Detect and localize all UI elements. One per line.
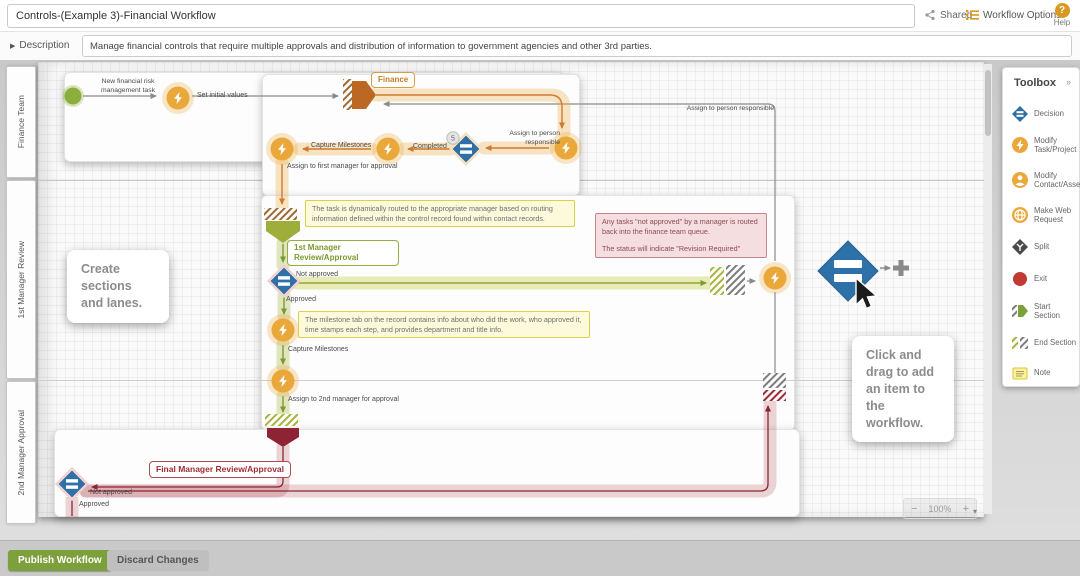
lane-label: 2nd Manager Approval: [16, 410, 26, 496]
shared-icon: [924, 9, 936, 21]
person-icon: [1011, 171, 1029, 189]
publish-workflow-button[interactable]: Publish Workflow: [8, 550, 112, 571]
toolbox-item-label: Note: [1034, 368, 1050, 377]
start-section-icon: [1011, 302, 1029, 320]
note-line: Any tasks "not approved" by a manager is…: [602, 217, 760, 236]
zoom-in-button[interactable]: +: [963, 503, 969, 515]
note-line: The status will indicate "Revision Requi…: [602, 244, 760, 254]
first-manager-section-label[interactable]: 1st Manager Review/Approval: [287, 240, 399, 266]
capture-milestones-1-label: Capture Milestones: [311, 141, 371, 150]
capture-milestones-2-label: Capture Milestones: [288, 345, 348, 354]
end-section-icon: [1011, 334, 1029, 352]
lane-header-2nd-manager-approval[interactable]: 2nd Manager Approval: [6, 381, 36, 524]
set-initial-values-label: Set initial values: [197, 91, 248, 100]
toolbox-item-label: Start Section: [1034, 302, 1077, 321]
toolbox-item-label: Modify Task/Project: [1034, 136, 1077, 155]
description-row: ▶ Description: [0, 31, 1080, 60]
description-label: Description: [19, 40, 69, 51]
start-node-label: New financial risk management task: [86, 78, 170, 96]
workflow-designer-app: Shared Workflow Options ? Help ▶ Descript…: [0, 0, 1080, 576]
description-input[interactable]: [82, 35, 1072, 57]
toolbox-item-start-section[interactable]: Start Section: [1011, 302, 1077, 321]
workflow-options-button[interactable]: Workflow Options: [966, 9, 1061, 21]
toolbox-item-exit[interactable]: Exit: [1011, 270, 1077, 288]
lane-header-finance-team[interactable]: Finance Team: [6, 66, 36, 178]
completed-label: Completed: [413, 142, 447, 151]
globe-icon: [1011, 206, 1029, 224]
toolbox-title: Toolbox: [1014, 77, 1056, 89]
note-routing[interactable]: The task is dynamically routed to the ap…: [305, 200, 575, 227]
workflow-title-input[interactable]: [7, 4, 915, 28]
toolbox-item-label: Modify Contact/Asset: [1034, 171, 1080, 190]
zoom-control: − 100% +: [903, 498, 977, 519]
vertical-scrollbar[interactable]: [984, 64, 992, 514]
toolbox-item-note[interactable]: Note: [1011, 364, 1077, 382]
toolbox-item-end-section[interactable]: End Section: [1011, 334, 1077, 352]
note-milestone[interactable]: The milestone tab on the record contains…: [298, 311, 590, 338]
toolbox-item-modify-task[interactable]: Modify Task/Project: [1011, 136, 1077, 155]
split-icon: [1011, 238, 1029, 256]
toolbox-item-modify-contact[interactable]: Modify Contact/Asset: [1011, 171, 1077, 190]
tooltip-create-sections: Create sections and lanes.: [67, 250, 169, 323]
help-button[interactable]: ? Help: [1049, 3, 1075, 27]
finance-section-label[interactable]: Finance: [371, 72, 415, 88]
lane-divider: [38, 380, 984, 381]
scrollbar-thumb[interactable]: [985, 70, 991, 136]
zoom-out-button[interactable]: −: [911, 503, 917, 515]
bottom-action-bar: Publish Workflow Discard Changes: [0, 540, 1080, 576]
note-not-approved[interactable]: Any tasks "not approved" by a manager is…: [595, 213, 767, 258]
decision-icon: [1011, 105, 1029, 123]
toolbox-item-label: Split: [1034, 242, 1049, 251]
help-icon: ?: [1055, 3, 1070, 18]
not-approved-2-label: Not approved: [90, 488, 132, 497]
lane-header-1st-manager-review[interactable]: 1st Manager Review: [6, 180, 36, 379]
tooltip-click-drag: Click and drag to add an item to the wor…: [852, 336, 954, 442]
top-bar: Shared Workflow Options ? Help: [0, 0, 1080, 31]
expand-arrow-icon: ▶: [10, 43, 15, 50]
scroll-down-icon[interactable]: ▾: [973, 507, 977, 516]
exit-icon: [1011, 270, 1029, 288]
workflow-options-icon: [966, 9, 979, 21]
note-icon: [1011, 364, 1029, 382]
assign-second-manager-label: Assign to 2nd manager for approval: [288, 395, 399, 404]
shared-status[interactable]: Shared: [924, 9, 972, 21]
lightning-icon: [1011, 136, 1029, 154]
assign-person-label: Assign to person responsible: [498, 130, 560, 148]
not-approved-1-label: Not approved: [296, 270, 338, 279]
zoom-level: 100%: [928, 504, 951, 514]
toolbox-collapse-icon[interactable]: »: [1066, 77, 1071, 87]
assign-person-loop-label: Assign to person responsible: [682, 105, 774, 114]
toolbox-item-label: End Section: [1034, 338, 1076, 347]
toolbox-item-label: Make Web Request: [1034, 206, 1077, 225]
toolbox-panel: Toolbox » Decision Modify Task/Project M…: [1002, 67, 1080, 387]
final-manager-section-label[interactable]: Final Manager Review/Approval: [149, 461, 291, 478]
description-toggle[interactable]: ▶ Description: [10, 40, 69, 51]
toolbox-item-label: Decision: [1034, 109, 1064, 118]
toolbox-item-make-web-request[interactable]: Make Web Request: [1011, 206, 1077, 225]
discard-changes-button[interactable]: Discard Changes: [107, 550, 209, 571]
approved-2-label: Approved: [79, 500, 109, 509]
toolbox-item-decision[interactable]: Decision: [1011, 105, 1077, 123]
help-label: Help: [1049, 18, 1075, 27]
toolbox-item-split[interactable]: Split: [1011, 238, 1077, 256]
assign-first-manager-label: Assign to first manager for approval: [287, 162, 398, 171]
lane-label: Finance Team: [16, 95, 26, 148]
approved-1-label: Approved: [286, 295, 316, 304]
lane-label: 1st Manager Review: [16, 241, 26, 318]
workflow-canvas-area: Finance Team 1st Manager Review 2nd Mana…: [0, 60, 1080, 540]
toolbox-item-label: Exit: [1034, 274, 1047, 283]
